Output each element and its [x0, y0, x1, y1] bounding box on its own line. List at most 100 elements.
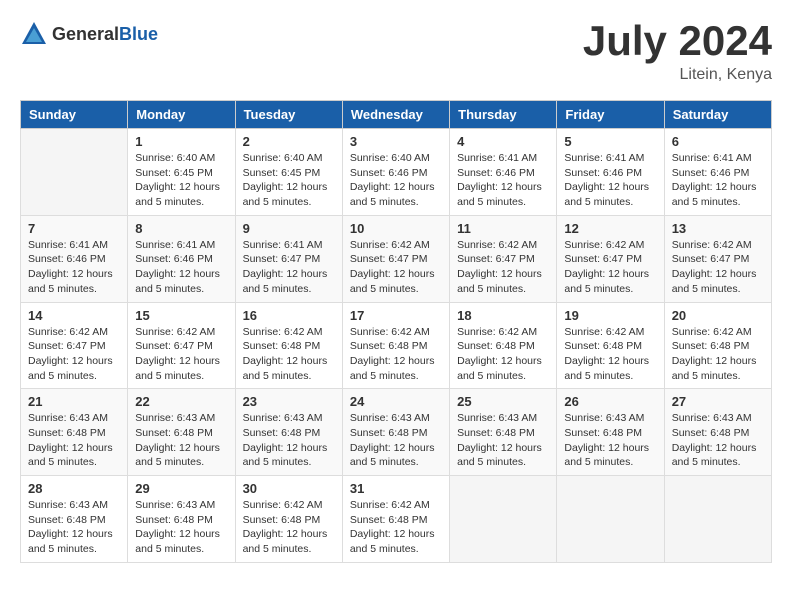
cell-info: Sunrise: 6:42 AM Sunset: 6:47 PM Dayligh… [564, 238, 656, 297]
calendar-cell: 22 Sunrise: 6:43 AM Sunset: 6:48 PM Dayli… [128, 389, 235, 476]
day-number: 15 [135, 308, 227, 323]
cell-info: Sunrise: 6:43 AM Sunset: 6:48 PM Dayligh… [243, 411, 335, 470]
calendar-cell: 14 Sunrise: 6:42 AM Sunset: 6:47 PM Dayli… [21, 302, 128, 389]
week-row-1: 1 Sunrise: 6:40 AM Sunset: 6:45 PM Daylig… [21, 129, 772, 216]
cell-info: Sunrise: 6:40 AM Sunset: 6:45 PM Dayligh… [243, 151, 335, 210]
cell-info: Sunrise: 6:42 AM Sunset: 6:47 PM Dayligh… [457, 238, 549, 297]
calendar-cell: 26Sunrise: 6:43 AM Sunset: 6:48 PM Dayli… [557, 389, 664, 476]
day-number: 24 [350, 394, 442, 409]
header-sunday: Sunday [21, 101, 128, 129]
calendar-cell: 4 Sunrise: 6:41 AM Sunset: 6:46 PM Daylig… [450, 129, 557, 216]
location: Litein, Kenya [583, 66, 772, 84]
logo-general: General [52, 24, 119, 44]
week-row-2: 7Sunrise: 6:41 AM Sunset: 6:46 PM Daylig… [21, 215, 772, 302]
day-number: 1 [135, 134, 227, 149]
calendar-cell [664, 476, 771, 563]
calendar-cell: 20 Sunrise: 6:42 AM Sunset: 6:48 PM Dayli… [664, 302, 771, 389]
cell-info: Sunrise: 6:43 AM Sunset: 6:48 PM Dayligh… [135, 498, 227, 557]
calendar-cell: 23 Sunrise: 6:43 AM Sunset: 6:48 PM Dayli… [235, 389, 342, 476]
day-number: 2 [243, 134, 335, 149]
month-year: July 2024 [583, 20, 772, 62]
day-number: 6 [672, 134, 764, 149]
cell-info: Sunrise: 6:41 AM Sunset: 6:46 PM Dayligh… [28, 238, 120, 297]
cell-info: Sunrise: 6:41 AM Sunset: 6:46 PM Dayligh… [135, 238, 227, 297]
calendar-cell: 16 Sunrise: 6:42 AM Sunset: 6:48 PM Dayli… [235, 302, 342, 389]
logo-icon [20, 20, 48, 48]
day-number: 27 [672, 394, 764, 409]
calendar-cell: 21 Sunrise: 6:43 AM Sunset: 6:48 PM Dayli… [21, 389, 128, 476]
calendar-cell: 13Sunrise: 6:42 AM Sunset: 6:47 PM Dayli… [664, 215, 771, 302]
week-row-3: 14 Sunrise: 6:42 AM Sunset: 6:47 PM Dayli… [21, 302, 772, 389]
cell-info: Sunrise: 6:41 AM Sunset: 6:46 PM Dayligh… [457, 151, 549, 210]
calendar-cell: 27 Sunrise: 6:43 AM Sunset: 6:48 PM Dayli… [664, 389, 771, 476]
calendar-cell: 2 Sunrise: 6:40 AM Sunset: 6:45 PM Daylig… [235, 129, 342, 216]
cell-info: Sunrise: 6:41 AM Sunset: 6:46 PM Dayligh… [564, 151, 656, 210]
day-number: 18 [457, 308, 549, 323]
cell-info: Sunrise: 6:42 AM Sunset: 6:48 PM Dayligh… [457, 325, 549, 384]
cell-info: Sunrise: 6:43 AM Sunset: 6:48 PM Dayligh… [28, 498, 120, 557]
day-number: 14 [28, 308, 120, 323]
day-number: 21 [28, 394, 120, 409]
header-saturday: Saturday [664, 101, 771, 129]
cell-info: Sunrise: 6:43 AM Sunset: 6:48 PM Dayligh… [672, 411, 764, 470]
day-number: 10 [350, 221, 442, 236]
cell-info: Sunrise: 6:42 AM Sunset: 6:48 PM Dayligh… [350, 325, 442, 384]
header-tuesday: Tuesday [235, 101, 342, 129]
day-number: 22 [135, 394, 227, 409]
header-friday: Friday [557, 101, 664, 129]
cell-info: Sunrise: 6:40 AM Sunset: 6:45 PM Dayligh… [135, 151, 227, 210]
day-number: 16 [243, 308, 335, 323]
calendar-header-row: SundayMondayTuesdayWednesdayThursdayFrid… [21, 101, 772, 129]
day-number: 31 [350, 481, 442, 496]
calendar-cell: 31 Sunrise: 6:42 AM Sunset: 6:48 PM Dayli… [342, 476, 449, 563]
day-number: 3 [350, 134, 442, 149]
day-number: 12 [564, 221, 656, 236]
calendar-cell: 8Sunrise: 6:41 AM Sunset: 6:46 PM Daylig… [128, 215, 235, 302]
cell-info: Sunrise: 6:43 AM Sunset: 6:48 PM Dayligh… [135, 411, 227, 470]
cell-info: Sunrise: 6:43 AM Sunset: 6:48 PM Dayligh… [28, 411, 120, 470]
calendar-table: SundayMondayTuesdayWednesdayThursdayFrid… [20, 100, 772, 563]
cell-info: Sunrise: 6:43 AM Sunset: 6:48 PM Dayligh… [457, 411, 549, 470]
cell-info: Sunrise: 6:42 AM Sunset: 6:47 PM Dayligh… [28, 325, 120, 384]
cell-info: Sunrise: 6:42 AM Sunset: 6:48 PM Dayligh… [564, 325, 656, 384]
day-number: 4 [457, 134, 549, 149]
day-number: 28 [28, 481, 120, 496]
calendar-cell: 30 Sunrise: 6:42 AM Sunset: 6:48 PM Dayli… [235, 476, 342, 563]
calendar-cell [557, 476, 664, 563]
cell-info: Sunrise: 6:41 AM Sunset: 6:47 PM Dayligh… [243, 238, 335, 297]
calendar-cell: 17 Sunrise: 6:42 AM Sunset: 6:48 PM Dayli… [342, 302, 449, 389]
logo-blue: Blue [119, 24, 158, 44]
day-number: 9 [243, 221, 335, 236]
day-number: 17 [350, 308, 442, 323]
calendar-cell: 10Sunrise: 6:42 AM Sunset: 6:47 PM Dayli… [342, 215, 449, 302]
calendar-cell: 11Sunrise: 6:42 AM Sunset: 6:47 PM Dayli… [450, 215, 557, 302]
logo: GeneralBlue [20, 20, 158, 48]
day-number: 25 [457, 394, 549, 409]
calendar-cell: 18 Sunrise: 6:42 AM Sunset: 6:48 PM Dayli… [450, 302, 557, 389]
day-number: 5 [564, 134, 656, 149]
calendar-cell: 6Sunrise: 6:41 AM Sunset: 6:46 PM Daylig… [664, 129, 771, 216]
calendar-cell: 25 Sunrise: 6:43 AM Sunset: 6:48 PM Dayli… [450, 389, 557, 476]
week-row-5: 28 Sunrise: 6:43 AM Sunset: 6:48 PM Dayli… [21, 476, 772, 563]
day-number: 19 [564, 308, 656, 323]
calendar-cell: 24Sunrise: 6:43 AM Sunset: 6:48 PM Dayli… [342, 389, 449, 476]
calendar-cell: 7Sunrise: 6:41 AM Sunset: 6:46 PM Daylig… [21, 215, 128, 302]
cell-info: Sunrise: 6:42 AM Sunset: 6:48 PM Dayligh… [350, 498, 442, 557]
day-number: 30 [243, 481, 335, 496]
header-wednesday: Wednesday [342, 101, 449, 129]
calendar-cell: 28 Sunrise: 6:43 AM Sunset: 6:48 PM Dayli… [21, 476, 128, 563]
cell-info: Sunrise: 6:42 AM Sunset: 6:48 PM Dayligh… [672, 325, 764, 384]
logo-text: GeneralBlue [52, 24, 158, 45]
header: GeneralBlue July 2024 Litein, Kenya [20, 20, 772, 84]
cell-info: Sunrise: 6:40 AM Sunset: 6:46 PM Dayligh… [350, 151, 442, 210]
calendar-cell: 5 Sunrise: 6:41 AM Sunset: 6:46 PM Daylig… [557, 129, 664, 216]
day-number: 23 [243, 394, 335, 409]
cell-info: Sunrise: 6:42 AM Sunset: 6:48 PM Dayligh… [243, 325, 335, 384]
week-row-4: 21 Sunrise: 6:43 AM Sunset: 6:48 PM Dayli… [21, 389, 772, 476]
calendar-cell: 29Sunrise: 6:43 AM Sunset: 6:48 PM Dayli… [128, 476, 235, 563]
calendar-cell: 3 Sunrise: 6:40 AM Sunset: 6:46 PM Daylig… [342, 129, 449, 216]
calendar-cell [21, 129, 128, 216]
cell-info: Sunrise: 6:42 AM Sunset: 6:48 PM Dayligh… [243, 498, 335, 557]
cell-info: Sunrise: 6:42 AM Sunset: 6:47 PM Dayligh… [672, 238, 764, 297]
day-number: 20 [672, 308, 764, 323]
